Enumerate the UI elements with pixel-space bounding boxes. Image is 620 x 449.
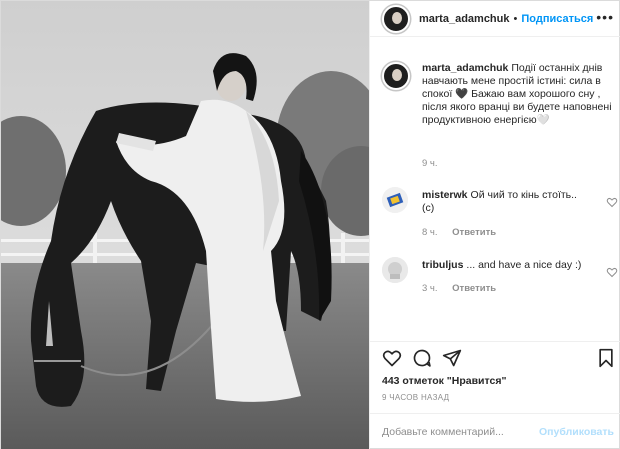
comment-text-block: tribuljus... and have a nice day :) — [422, 259, 592, 272]
publish-button[interactable]: Опубликовать — [539, 426, 614, 438]
comment-icon[interactable] — [412, 348, 432, 368]
commenter-avatar[interactable] — [382, 187, 408, 213]
comment-heart-icon[interactable] — [606, 196, 618, 208]
caption-avatar[interactable] — [382, 62, 410, 90]
likes-count[interactable]: 443 отметок "Нравится" — [382, 375, 506, 387]
comment-text-block: misterwk Ой чий то кінь стоїть.. (с) — [422, 189, 592, 215]
comment-username[interactable]: tribuljus — [422, 259, 463, 271]
comment-heart-icon[interactable] — [606, 266, 618, 278]
commenter-avatar-image — [382, 257, 408, 283]
author-avatar[interactable] — [382, 4, 410, 33]
post-header: marta_adamchuk • Подписаться ••• — [370, 1, 620, 37]
bookmark-icon[interactable] — [596, 348, 616, 368]
commenter-avatar[interactable] — [382, 257, 408, 283]
add-comment-bar: Опубликовать — [370, 413, 620, 449]
post-photo[interactable] — [1, 1, 369, 449]
heart-icon[interactable] — [382, 348, 402, 368]
more-horizontal-icon[interactable]: ••• — [596, 10, 614, 24]
follow-button[interactable]: Подписаться — [521, 13, 593, 25]
author-username[interactable]: marta_adamchuk — [419, 13, 510, 25]
reply-button[interactable]: Ответить — [452, 283, 496, 294]
comment-text: ... and have a nice day :) — [466, 259, 582, 271]
commenter-avatar-image — [382, 187, 408, 213]
post-actions — [370, 341, 620, 371]
instagram-post: marta_adamchuk • Подписаться ••• marta_a… — [0, 0, 620, 449]
header-separator: • — [513, 12, 518, 25]
comment-meta: 8 ч. Ответить — [422, 227, 508, 238]
comment-username[interactable]: misterwk — [422, 189, 468, 201]
comment-meta: 3 ч. Ответить — [422, 283, 508, 294]
comments-list[interactable]: marta_adamchuk Події останніх днів навчаю… — [370, 37, 620, 341]
caption-text-block: marta_adamchuk Події останніх днів навчаю… — [422, 62, 614, 127]
post-photo-image — [1, 1, 369, 449]
comment-time[interactable]: 8 ч. — [422, 227, 438, 238]
caption-username[interactable]: marta_adamchuk — [422, 62, 508, 74]
add-comment-input[interactable] — [382, 424, 532, 440]
comment-time[interactable]: 3 ч. — [422, 283, 438, 294]
post-side-panel: marta_adamchuk • Подписаться ••• marta_a… — [369, 1, 620, 449]
share-icon[interactable] — [442, 348, 462, 368]
reply-button[interactable]: Ответить — [452, 227, 496, 238]
caption-time[interactable]: 9 ч. — [422, 158, 438, 169]
post-time-ago[interactable]: 9 часов назад — [382, 393, 449, 402]
